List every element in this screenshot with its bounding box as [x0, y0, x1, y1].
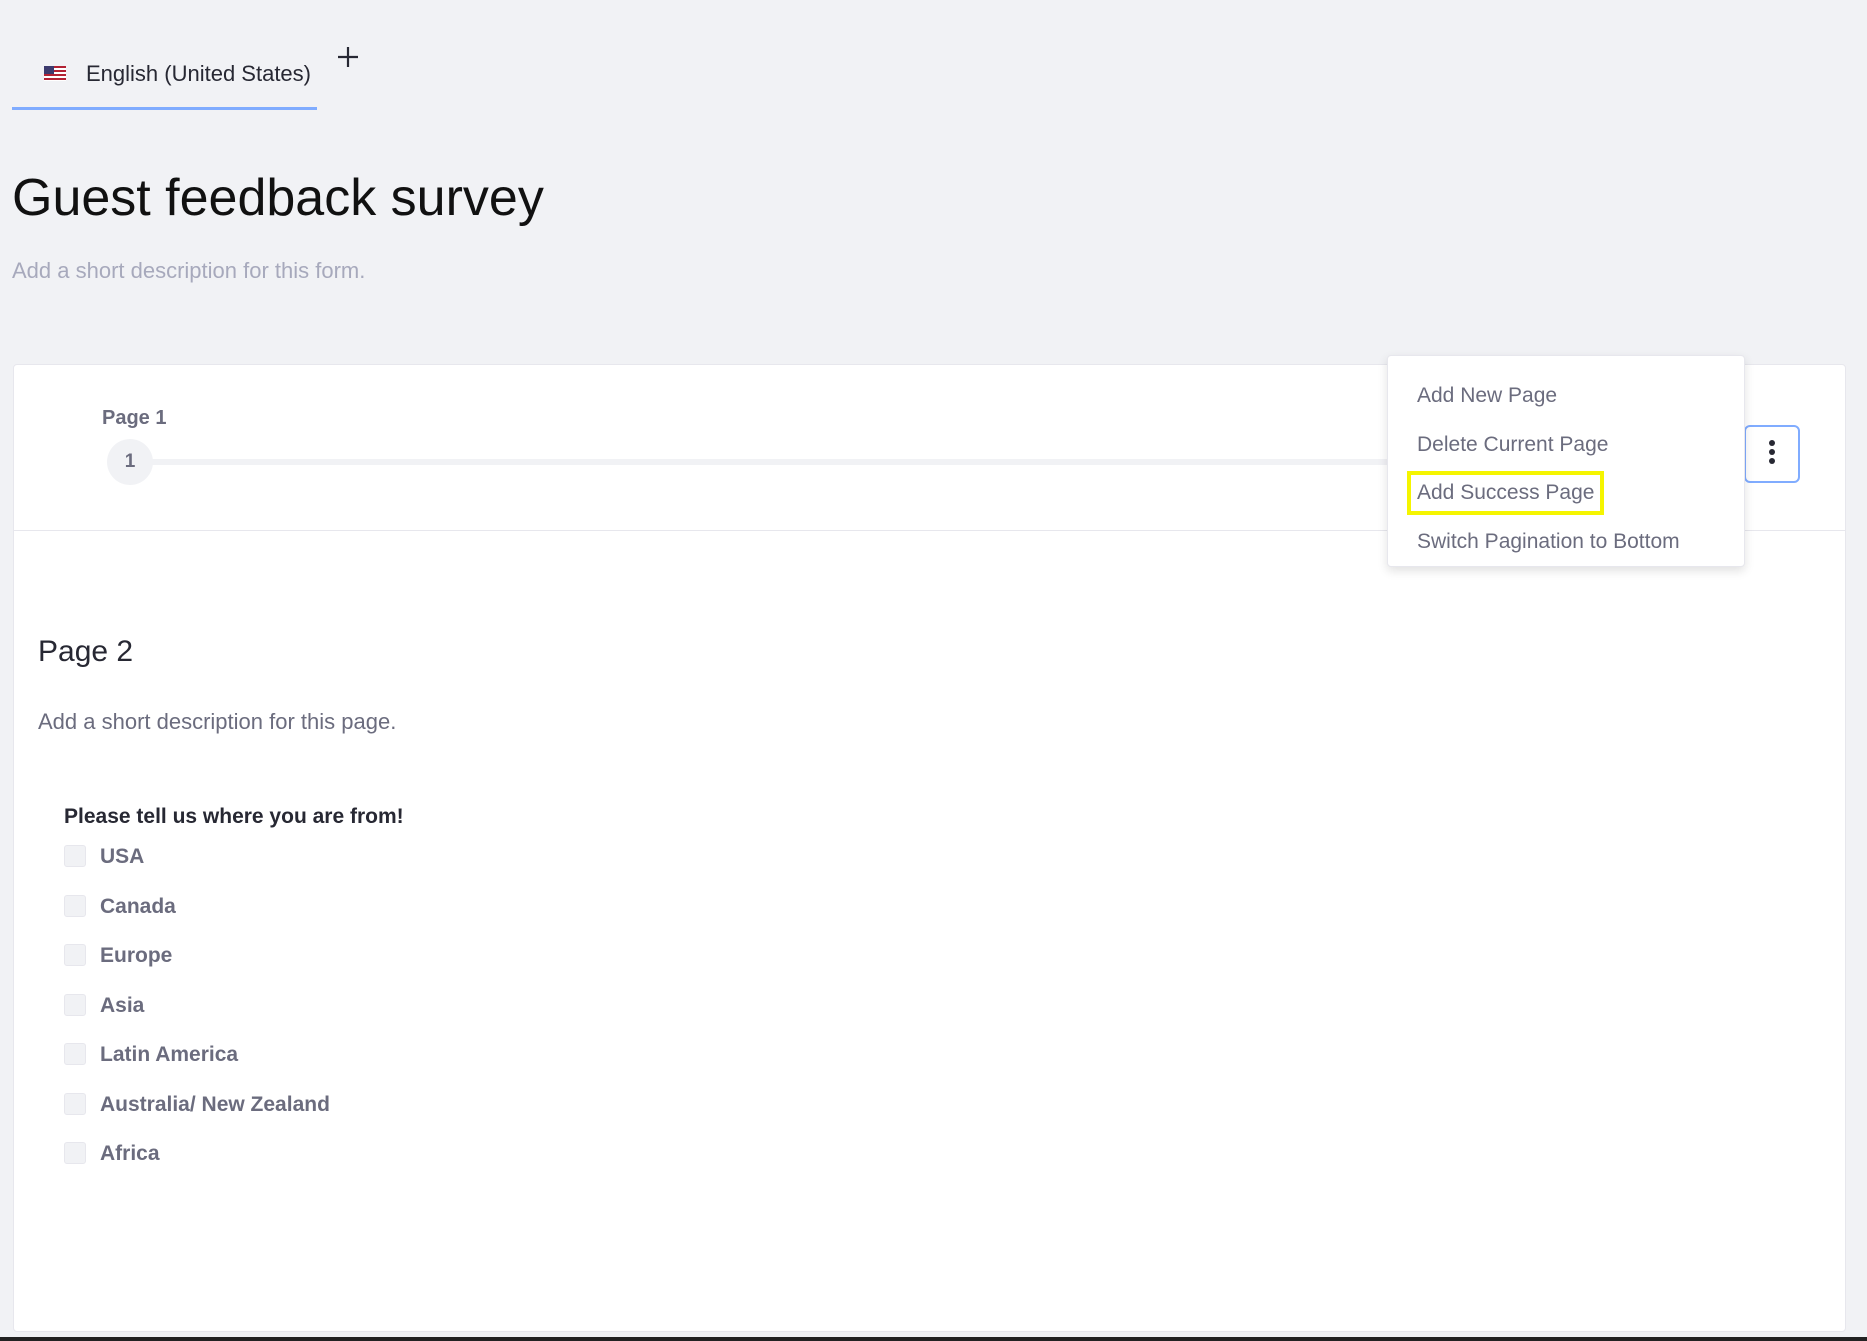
option-label: Africa: [100, 1142, 160, 1165]
page-options-dropdown: Add New Page Delete Current Page Add Suc…: [1387, 355, 1745, 567]
plus-icon[interactable]: [331, 40, 365, 74]
checkbox[interactable]: [64, 1092, 86, 1115]
page-description-input[interactable]: Add a short description for this page.: [38, 709, 396, 735]
checkbox[interactable]: [64, 1043, 86, 1065]
checkbox[interactable]: [64, 944, 86, 966]
question-label: Please tell us where you are from!: [64, 805, 404, 828]
us-flag-icon: [44, 66, 66, 81]
form-title[interactable]: Guest feedback survey: [12, 168, 544, 228]
language-label: English (United States): [86, 60, 311, 86]
checkbox-option[interactable]: Latin America: [64, 1041, 330, 1091]
menu-item-label: Add New Page: [1417, 384, 1558, 408]
menu-item-label: Switch Pagination to Bottom: [1417, 529, 1680, 553]
option-label: Asia: [100, 993, 145, 1017]
language-tabs: English (United States): [12, 40, 365, 112]
menu-item-switch-pagination[interactable]: Switch Pagination to Bottom: [1388, 518, 1744, 567]
checkbox-option[interactable]: Canada: [64, 893, 330, 943]
bottom-border: [0, 1337, 1867, 1341]
option-label: USA: [100, 845, 145, 868]
menu-item-label: Delete Current Page: [1417, 432, 1609, 456]
form-description-input[interactable]: Add a short description for this form.: [12, 258, 365, 284]
checkbox[interactable]: [64, 894, 86, 917]
checkbox[interactable]: [64, 993, 86, 1016]
page-options-button[interactable]: [1744, 425, 1800, 483]
option-label: Canada: [100, 894, 176, 918]
menu-item-add-success-page[interactable]: Add Success Page: [1388, 469, 1744, 518]
vertical-ellipsis-icon: [1768, 439, 1776, 470]
option-label: Australia/ New Zealand: [100, 1092, 330, 1116]
option-label: Latin America: [100, 1043, 239, 1066]
option-label: Europe: [100, 944, 173, 967]
pagination-page-label: Page 1: [102, 407, 167, 429]
checkbox-option[interactable]: Europe: [64, 942, 330, 992]
language-tab-en-us[interactable]: English (United States): [12, 40, 317, 110]
pagination-page-number[interactable]: 1: [107, 439, 153, 485]
pagination-progress-track: [144, 459, 1404, 465]
menu-item-delete-current-page[interactable]: Delete Current Page: [1388, 421, 1744, 470]
menu-item-add-new-page[interactable]: Add New Page: [1388, 372, 1744, 421]
menu-item-label: Add Success Page: [1406, 471, 1605, 516]
checkbox[interactable]: [64, 845, 86, 867]
checkbox-option[interactable]: Africa: [64, 1140, 330, 1190]
checkbox-option[interactable]: Asia: [64, 992, 330, 1042]
page-title[interactable]: Page 2: [38, 635, 133, 669]
checkbox[interactable]: [64, 1142, 86, 1164]
checkbox-option[interactable]: Australia/ New Zealand: [64, 1091, 330, 1141]
checkbox-option[interactable]: USA: [64, 843, 330, 893]
checkbox-options-list: USA Canada Europe Asia Latin America Aus…: [64, 843, 330, 1190]
